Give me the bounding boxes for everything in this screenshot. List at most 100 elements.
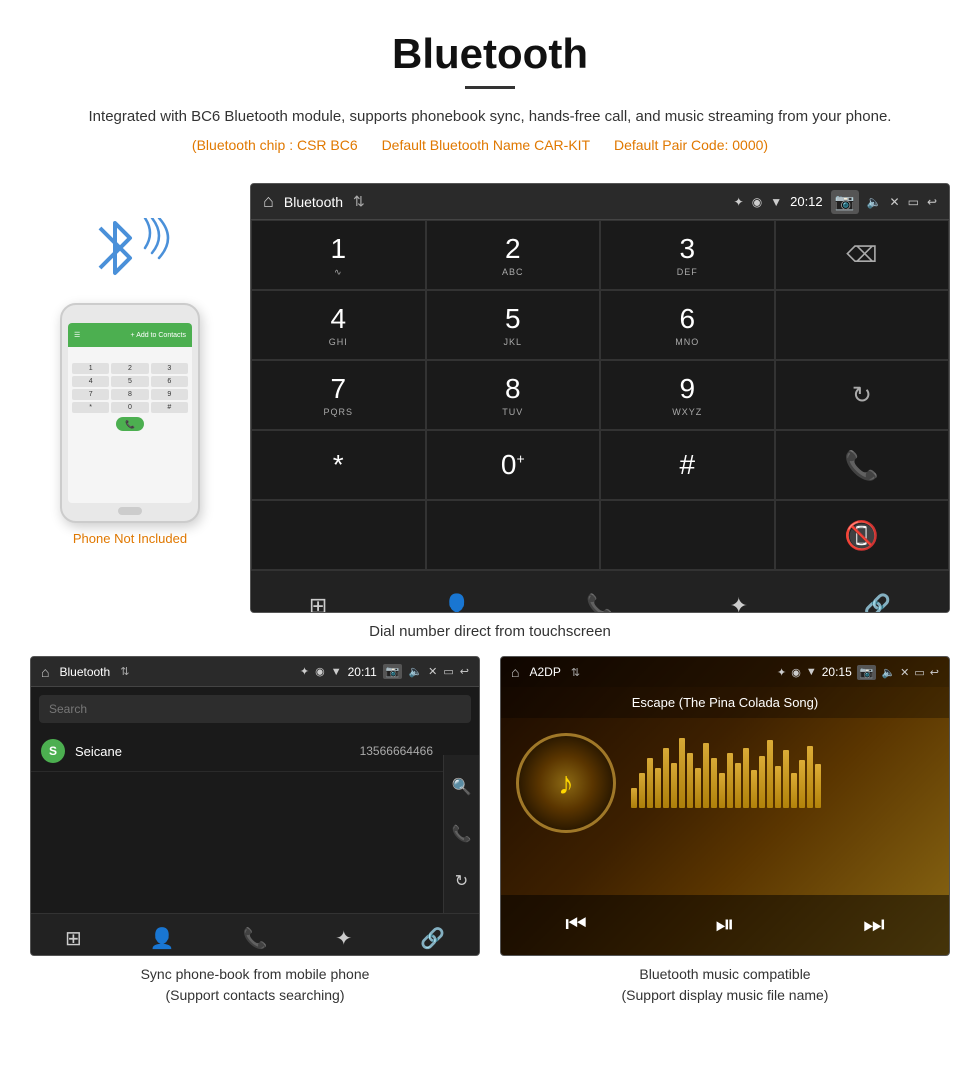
dial-row5-empty3 xyxy=(600,500,775,570)
play-pause-icon[interactable]: ⏯ xyxy=(715,911,734,939)
camera-icon[interactable]: 📷 xyxy=(831,190,859,214)
phone-keypad: 1 2 3 4 5 6 7 8 9 * 0 # xyxy=(68,347,192,439)
dial-key-9-sub: WXYZ xyxy=(672,407,702,417)
dial-key-3[interactable]: 3 DEF xyxy=(600,220,775,290)
phone-key-3[interactable]: 3 xyxy=(151,363,188,374)
music-cam-icon[interactable]: 📷 xyxy=(857,665,877,680)
phone-home-button[interactable] xyxy=(118,507,142,515)
dial-key-backspace[interactable]: ⌫ xyxy=(775,220,950,290)
dial-key-0[interactable]: 0+ xyxy=(426,430,601,500)
viz-bar xyxy=(679,738,685,808)
music-title-bar: Escape (The Pina Colada Song) xyxy=(501,687,949,718)
pb-refresh-side-icon[interactable]: ↻ xyxy=(455,871,468,891)
dial-key-star[interactable]: * xyxy=(251,430,426,500)
bottom-phone-icon[interactable]: 📞 xyxy=(586,593,613,614)
bottom-bluetooth-icon[interactable]: ✦ xyxy=(729,593,747,614)
bluetooth-icon-area xyxy=(80,213,180,293)
dial-key-refresh[interactable]: ↻ xyxy=(775,360,950,430)
dial-key-5-main: 5 xyxy=(505,303,521,335)
bottom-grid-icon[interactable]: ⊞ xyxy=(309,593,327,614)
music-win-icon[interactable]: ▭ xyxy=(914,666,924,679)
pb-search-bar[interactable]: Search xyxy=(39,695,471,723)
dial-key-empty-2 xyxy=(775,290,950,360)
pb-app-name: Bluetooth xyxy=(59,665,110,679)
bottom-person-icon[interactable]: 👤 xyxy=(443,593,470,614)
pb-search-side-icon[interactable]: 🔍 xyxy=(452,777,472,797)
phone-key-8[interactable]: 8 xyxy=(111,389,148,400)
phone-key-1[interactable]: 1 xyxy=(72,363,109,374)
dial-key-hash[interactable]: # xyxy=(600,430,775,500)
dial-key-2-sub: ABC xyxy=(502,267,524,277)
dial-key-2[interactable]: 2 ABC xyxy=(426,220,601,290)
pb-status-right: ✦ ◉ ▼ 20:11 📷 🔈 ✕ ▭ ↩ xyxy=(300,664,469,679)
next-icon[interactable]: ⏭ xyxy=(863,911,885,939)
dial-key-3-main: 3 xyxy=(679,233,695,265)
phone-key-0[interactable]: 0 xyxy=(111,402,148,413)
dial-key-8-main: 8 xyxy=(505,373,521,405)
dial-key-1[interactable]: 1 ∿ xyxy=(251,220,426,290)
music-close-icon[interactable]: ✕ xyxy=(900,666,909,679)
pb-back-icon[interactable]: ↩ xyxy=(460,665,469,678)
spec-code: Default Pair Code: 0000) xyxy=(614,137,768,153)
music-note-icon: ♪ xyxy=(558,765,574,802)
music-controls: ⏮ ⏯ ⏭ xyxy=(501,895,949,955)
pb-person-icon[interactable]: 👤 xyxy=(150,926,175,951)
phone-key-hash[interactable]: # xyxy=(151,402,188,413)
music-home-icon[interactable]: ⌂ xyxy=(511,664,519,680)
music-usb-icon: ⇅ xyxy=(571,666,580,679)
home-icon[interactable]: ⌂ xyxy=(263,191,274,212)
pb-phone-side-icon[interactable]: 📞 xyxy=(452,824,472,844)
pb-contact-row-seicane[interactable]: S Seicane 13566664466 xyxy=(31,731,443,772)
phone-screen: ☰ + Add to Contacts 1 2 3 4 5 6 7 xyxy=(68,323,192,503)
dial-key-red-call[interactable]: 📵 xyxy=(775,500,950,570)
phone-key-star[interactable]: * xyxy=(72,402,109,413)
prev-icon[interactable]: ⏮ xyxy=(565,911,587,939)
pb-home-icon[interactable]: ⌂ xyxy=(41,664,49,680)
dial-key-5[interactable]: 5 JKL xyxy=(426,290,601,360)
bottom-screenshots: ⌂ Bluetooth ⇅ ✦ ◉ ▼ 20:11 📷 🔈 ✕ ▭ ↩ xyxy=(0,656,980,1006)
phone-key-7[interactable]: 7 xyxy=(72,389,109,400)
pb-contact-list: S Seicane 13566664466 xyxy=(31,731,479,772)
bottom-link-icon[interactable]: 🔗 xyxy=(864,593,891,614)
phone-key-4[interactable]: 4 xyxy=(72,376,109,387)
volume-icon[interactable]: 🔈 xyxy=(867,195,882,209)
dial-key-7[interactable]: 7 PQRS xyxy=(251,360,426,430)
viz-bar xyxy=(639,773,645,808)
dial-key-9[interactable]: 9 WXYZ xyxy=(600,360,775,430)
pb-loc-icon: ◉ xyxy=(315,665,325,678)
phonebook-caption: Sync phone-book from mobile phone (Suppo… xyxy=(141,964,370,1006)
phone-key-9[interactable]: 9 xyxy=(151,389,188,400)
pb-vol-icon[interactable]: 🔈 xyxy=(408,665,422,678)
pb-link-bottom-icon[interactable]: 🔗 xyxy=(420,926,445,951)
dial-key-4[interactable]: 4 GHI xyxy=(251,290,426,360)
phone-screen-top: ☰ + Add to Contacts xyxy=(68,323,192,347)
viz-bar xyxy=(719,773,725,808)
music-back-icon[interactable]: ↩ xyxy=(930,666,939,679)
phone-key-2[interactable]: 2 xyxy=(111,363,148,374)
pb-bt-bottom-icon[interactable]: ✦ xyxy=(335,926,352,951)
pb-close-icon[interactable]: ✕ xyxy=(428,665,437,678)
dial-key-4-sub: GHI xyxy=(329,337,348,347)
pb-phone-bottom-icon[interactable]: 📞 xyxy=(243,926,268,951)
phone-call-button[interactable]: 📞 xyxy=(116,417,144,431)
pb-grid-icon[interactable]: ⊞ xyxy=(65,926,82,951)
window-icon[interactable]: ▭ xyxy=(908,195,919,209)
backspace-icon: ⌫ xyxy=(846,242,877,268)
dialpad-bottom-bar: ⊞ 👤 📞 ✦ 🔗 xyxy=(251,570,949,613)
close-icon[interactable]: ✕ xyxy=(890,195,900,209)
back-icon[interactable]: ↩ xyxy=(927,195,937,209)
phone-key-6[interactable]: 6 xyxy=(151,376,188,387)
music-visualizer xyxy=(631,733,934,813)
viz-bar xyxy=(727,753,733,808)
phone-keypad-grid: 1 2 3 4 5 6 7 8 9 * 0 # xyxy=(72,363,188,413)
pb-win-icon[interactable]: ▭ xyxy=(443,665,453,678)
phone-key-5[interactable]: 5 xyxy=(111,376,148,387)
dial-key-green-call[interactable]: 📞 xyxy=(775,430,950,500)
dial-key-6[interactable]: 6 MNO xyxy=(600,290,775,360)
pb-contact-number: 13566664466 xyxy=(360,744,433,758)
status-time: 20:12 xyxy=(790,194,823,209)
main-content: ☰ + Add to Contacts 1 2 3 4 5 6 7 xyxy=(0,183,980,613)
dial-key-8[interactable]: 8 TUV xyxy=(426,360,601,430)
pb-cam-icon[interactable]: 📷 xyxy=(383,664,403,679)
music-vol-icon[interactable]: 🔈 xyxy=(881,666,895,679)
